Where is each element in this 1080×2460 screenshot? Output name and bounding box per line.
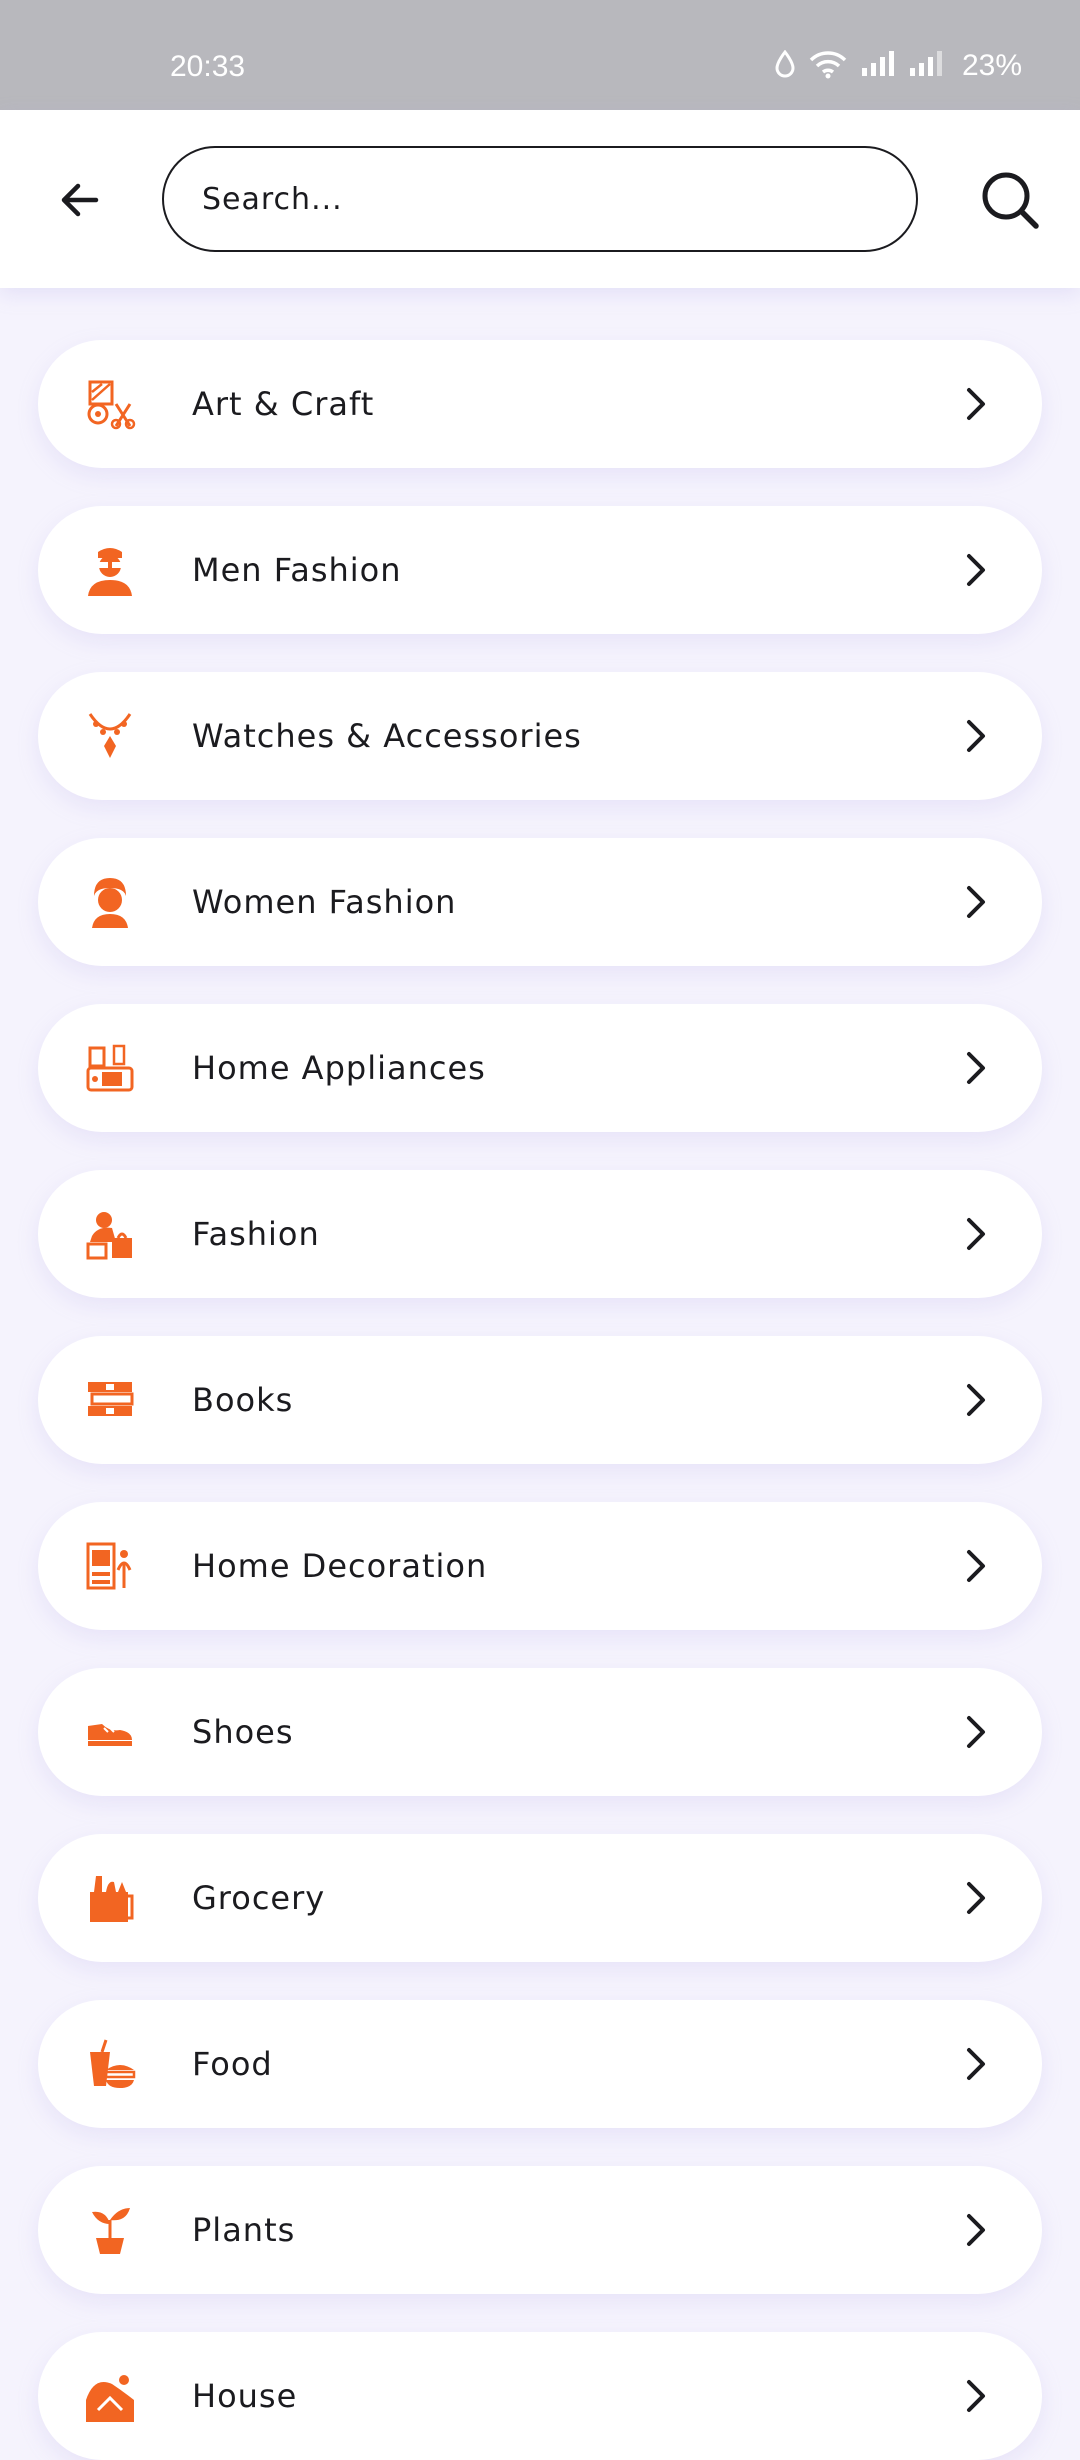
category-item-books[interactable]: Books <box>38 1336 1042 1464</box>
chevron-right-icon <box>958 1880 994 1916</box>
chevron-right-icon <box>958 552 994 588</box>
category-item-women-fashion[interactable]: Women Fashion <box>38 838 1042 966</box>
category-label: Home Appliances <box>192 1049 486 1087</box>
chevron-right-icon <box>958 1216 994 1252</box>
category-item-watches-accessories[interactable]: Watches & Accessories <box>38 672 1042 800</box>
category-label: House <box>192 2377 298 2415</box>
necklace-icon <box>84 710 136 762</box>
signal-icon <box>908 50 944 83</box>
men-fashion-icon <box>84 544 136 596</box>
chevron-right-icon <box>958 1714 994 1750</box>
category-label: Shoes <box>192 1713 294 1751</box>
category-item-shoes[interactable]: Shoes <box>38 1668 1042 1796</box>
books-icon <box>84 1374 136 1426</box>
home-decoration-icon <box>84 1540 136 1592</box>
chevron-right-icon <box>958 2378 994 2414</box>
category-label: Plants <box>192 2211 296 2249</box>
search-button[interactable] <box>978 168 1042 232</box>
category-label: Books <box>192 1381 294 1419</box>
art-craft-icon <box>84 378 136 430</box>
grocery-bag-icon <box>84 1872 136 1924</box>
women-fashion-icon <box>84 876 136 928</box>
house-icon <box>84 2370 136 2422</box>
search-icon <box>982 172 1039 229</box>
search-input[interactable] <box>202 181 882 217</box>
signal-icon <box>860 50 896 83</box>
category-item-food[interactable]: Food <box>38 2000 1042 2128</box>
category-item-plants[interactable]: Plants <box>38 2166 1042 2294</box>
category-label: Art & Craft <box>192 385 375 423</box>
category-label: Home Decoration <box>192 1547 488 1585</box>
back-button[interactable] <box>52 172 108 228</box>
chevron-right-icon <box>958 884 994 920</box>
water-drop-icon <box>774 49 796 83</box>
plant-icon <box>84 2204 136 2256</box>
fashion-icon <box>84 1208 136 1260</box>
status-time: 20:33 <box>170 50 246 83</box>
category-label: Men Fashion <box>192 551 402 589</box>
chevron-right-icon <box>958 386 994 422</box>
category-label: Grocery <box>192 1879 326 1917</box>
category-item-house[interactable]: House <box>38 2332 1042 2460</box>
category-item-home-decoration[interactable]: Home Decoration <box>38 1502 1042 1630</box>
category-label: Food <box>192 2045 273 2083</box>
arrow-left-icon <box>61 183 99 217</box>
food-icon <box>84 2038 136 2090</box>
category-label: Fashion <box>192 1215 320 1253</box>
chevron-right-icon <box>958 1548 994 1584</box>
status-bar: 20:33 23% <box>0 0 1080 110</box>
search-box[interactable] <box>162 146 918 252</box>
chevron-right-icon <box>958 1050 994 1086</box>
chevron-right-icon <box>958 2212 994 2248</box>
category-label: Women Fashion <box>192 883 457 921</box>
category-item-men-fashion[interactable]: Men Fashion <box>38 506 1042 634</box>
category-item-home-appliances[interactable]: Home Appliances <box>38 1004 1042 1132</box>
chevron-right-icon <box>958 2046 994 2082</box>
wifi-icon <box>808 49 848 84</box>
shoe-icon <box>84 1706 136 1758</box>
chevron-right-icon <box>958 718 994 754</box>
status-icons: 23% <box>774 48 1022 84</box>
category-item-art-craft[interactable]: Art & Craft <box>38 340 1042 468</box>
category-label: Watches & Accessories <box>192 717 582 755</box>
home-appliances-icon <box>84 1042 136 1094</box>
chevron-right-icon <box>958 1382 994 1418</box>
battery-percent: 23% <box>961 49 1022 82</box>
app-header <box>0 110 1080 288</box>
category-item-grocery[interactable]: Grocery <box>38 1834 1042 1962</box>
category-item-fashion[interactable]: Fashion <box>38 1170 1042 1298</box>
